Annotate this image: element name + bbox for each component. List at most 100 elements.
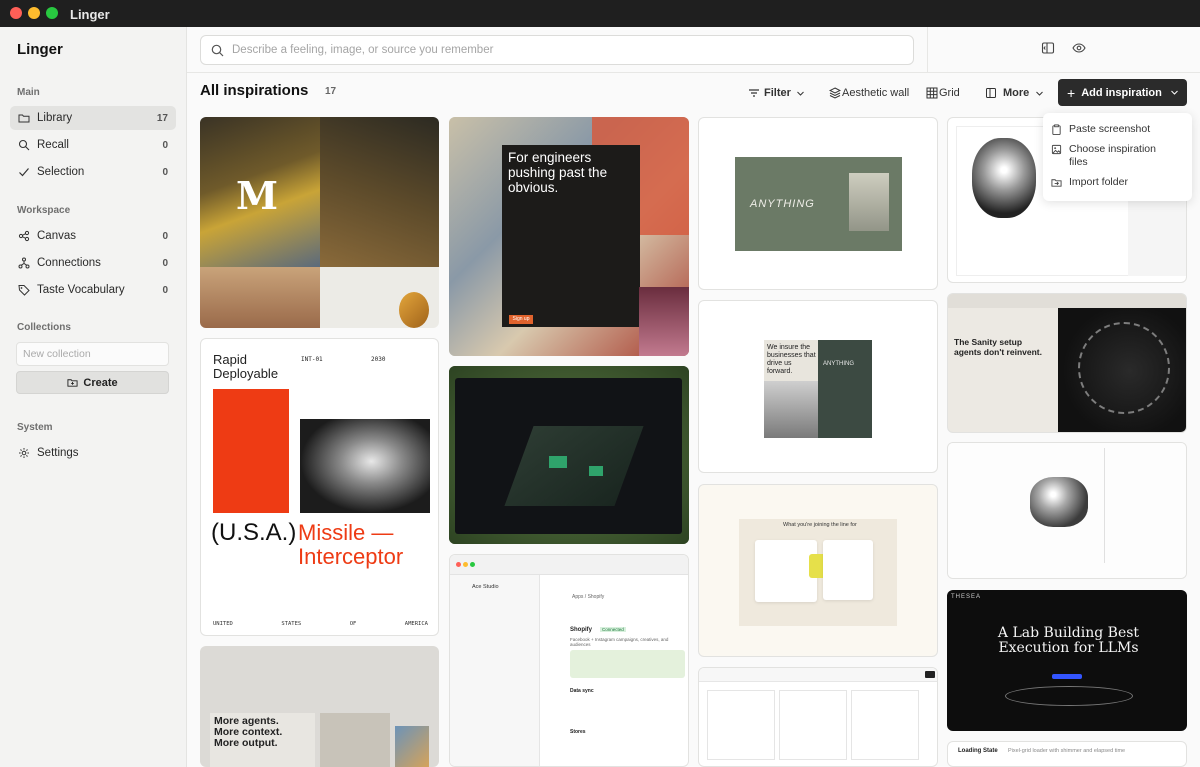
card-subtitle: Facebook + Instagram campaigns, creative… — [570, 637, 669, 647]
gear-icon — [18, 447, 30, 459]
layers-icon — [829, 87, 841, 99]
panel-icon — [986, 88, 996, 98]
search-icon — [211, 44, 224, 56]
card-app-name: Ace Studio — [472, 584, 499, 590]
menu-item-choose-files[interactable]: Choose inspiration files — [1051, 143, 1176, 169]
card-cta: Sign up — [509, 315, 533, 324]
inspiration-card[interactable] — [698, 667, 938, 767]
search-box[interactable] — [200, 35, 914, 65]
chevron-down-icon — [1171, 90, 1178, 95]
create-collection-button[interactable]: Create — [16, 371, 169, 394]
inspiration-card[interactable]: M — [200, 117, 439, 328]
card-code: INT-01 — [301, 356, 323, 363]
section-title-main: Main — [17, 87, 40, 98]
sidebar-item-label: Taste Vocabulary — [37, 284, 125, 296]
sidebar-item-count: 0 — [162, 166, 168, 178]
app-brand: Linger — [17, 41, 63, 58]
inspiration-card[interactable]: Rapid Deployable INT-01 2030 (U.S.A.) Mi… — [200, 338, 439, 636]
sidebar-item-label: Recall — [37, 139, 69, 151]
sidebar-item-settings[interactable]: Settings — [10, 441, 176, 465]
window-title: Linger — [70, 7, 110, 22]
inspiration-card[interactable]: THESEA A Lab Building Best Execution for… — [947, 590, 1187, 731]
tag-icon — [18, 284, 30, 296]
card-year: 2030 — [371, 356, 386, 363]
sidebar-item-label: Canvas — [37, 230, 76, 242]
canvas-icon — [18, 230, 30, 242]
sidebar-item-canvas[interactable]: Canvas 0 — [10, 224, 176, 248]
inspiration-card[interactable]: We insure the businesses that drive us f… — [698, 300, 938, 473]
card-headline: For engineers pushing past the obvious. — [508, 150, 608, 195]
sidebar-item-label: Library — [37, 112, 73, 124]
title-bar: Linger — [0, 0, 1200, 27]
sidebar-item-label: Settings — [37, 447, 79, 459]
page-title: All inspirations — [200, 82, 309, 99]
close-window-button[interactable] — [10, 7, 22, 19]
sidebar-item-label: Connections — [37, 257, 101, 269]
card-missile: Missile — Interceptor — [298, 520, 404, 569]
new-collection-input[interactable]: New collection — [16, 342, 169, 366]
divider — [927, 27, 928, 73]
chevron-down-icon — [1036, 91, 1044, 96]
sidebar-item-library[interactable]: Library 17 — [10, 106, 176, 130]
card-headline: What you're joining the line for — [783, 522, 857, 528]
inspiration-card[interactable]: More agents. More context. More output. — [200, 646, 439, 767]
sidebar-item-count: 0 — [162, 257, 168, 269]
sidebar-item-taste-vocabulary[interactable]: Taste Vocabulary 0 — [10, 278, 176, 302]
sidebar-item-count: 0 — [162, 230, 168, 242]
plus-icon: + — [1067, 84, 1076, 101]
chevron-down-icon — [797, 91, 804, 96]
add-inspiration-label: Add inspiration — [1081, 86, 1162, 99]
minimize-window-button[interactable] — [28, 7, 40, 19]
card-headline: The Sanity setup agents don't reinvent. — [954, 337, 1042, 357]
inspiration-card[interactable] — [449, 366, 689, 544]
item-count: 17 — [325, 86, 337, 97]
inspiration-card[interactable]: Ace Studio Apps / Shopify Shopify Connec… — [449, 554, 689, 767]
zoom-window-button[interactable] — [46, 7, 58, 19]
search-icon — [18, 139, 30, 151]
card-brand: ANYTHING — [823, 361, 855, 367]
card-subtitle: Pixel-grid loader with shimmer and elaps… — [1008, 748, 1126, 754]
card-badge: Connected — [600, 627, 626, 632]
add-inspiration-button[interactable]: + Add inspiration — [1058, 79, 1187, 106]
top-bar — [187, 27, 1200, 73]
inspiration-card[interactable]: The Sanity setup agents don't reinvent. — [947, 293, 1187, 433]
folder-icon — [18, 112, 30, 124]
eye-icon[interactable] — [1071, 40, 1087, 56]
inspiration-card[interactable]: ANYTHING — [698, 117, 938, 290]
check-icon — [18, 166, 30, 178]
grid-icon — [926, 87, 938, 99]
sidebar-item-label: Selection — [37, 166, 85, 178]
card-breadcrumb: Apps / Shopify — [572, 594, 605, 600]
inspiration-card[interactable]: Loading State Pixel-grid loader with shi… — [947, 741, 1187, 767]
aesthetic-wall-button[interactable]: Aesthetic wall — [829, 84, 909, 102]
sidebar-toggle-icon[interactable] — [1040, 40, 1056, 56]
sidebar-item-recall[interactable]: Recall 0 — [10, 133, 176, 157]
sidebar-item-connections[interactable]: Connections 0 — [10, 251, 176, 275]
inspiration-card[interactable]: For engineers pushing past the obvious. … — [449, 117, 689, 356]
grid-button[interactable]: Grid — [926, 84, 960, 102]
section-title-system: System — [17, 422, 53, 433]
card-brand: ANYTHING — [750, 198, 815, 210]
inspiration-card[interactable] — [947, 442, 1187, 579]
more-button[interactable]: More — [985, 84, 1044, 102]
add-inspiration-menu: Paste screenshot Choose inspiration file… — [1043, 113, 1192, 201]
folder-import-icon — [1051, 179, 1062, 187]
card-title: Rapid Deployable — [213, 352, 279, 381]
more-label: More — [1003, 87, 1030, 99]
card-text: We insure the businesses that drive us f… — [767, 344, 816, 375]
card-title: Loading State — [958, 748, 998, 754]
connections-icon — [18, 257, 30, 269]
sidebar-item-selection[interactable]: Selection 0 — [10, 160, 176, 184]
menu-item-import-folder[interactable]: Import folder — [1051, 176, 1128, 189]
inspiration-card[interactable]: What you're joining the line for — [698, 484, 938, 657]
filter-label: Filter — [764, 87, 791, 99]
search-input[interactable] — [232, 44, 892, 56]
card-brand: THESEA — [951, 594, 982, 600]
filter-button[interactable]: Filter — [748, 84, 805, 102]
app-window: Linger Linger Main Library 17 Recall 0 S… — [0, 0, 1200, 767]
create-label: Create — [83, 376, 118, 389]
logo-mark: M — [236, 173, 279, 218]
section-title-collections: Collections — [17, 322, 71, 333]
menu-item-paste-screenshot[interactable]: Paste screenshot — [1051, 123, 1150, 136]
clipboard-icon — [1052, 124, 1061, 135]
